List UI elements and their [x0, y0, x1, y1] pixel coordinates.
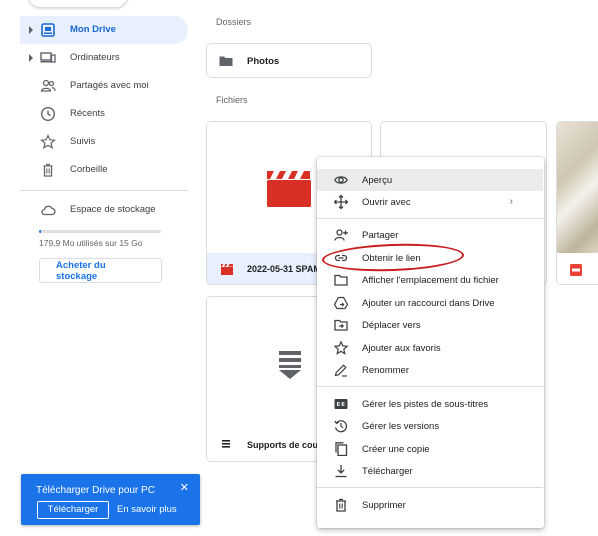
sidebar-item-corbeille[interactable]: Corbeille — [20, 156, 188, 184]
sidebar-item-suivis[interactable]: Suivis — [20, 128, 188, 156]
move-to-folder-icon — [334, 319, 348, 331]
computers-icon — [40, 52, 56, 63]
menu-item-label: Créer une copie — [362, 444, 430, 455]
menu-item-ajouter-raccourci[interactable]: Ajouter un raccourci dans Drive — [317, 292, 543, 314]
sidebar-item-label: Suivis — [70, 136, 96, 147]
menu-item-label: Gérer les versions — [362, 421, 440, 432]
menu-item-label: Aperçu — [362, 175, 393, 186]
trash-icon — [43, 163, 53, 177]
menu-item-telecharger[interactable]: Télécharger — [317, 460, 543, 482]
trash-icon — [336, 498, 346, 512]
menu-item-obtenir-lien[interactable]: Obtenir le lien — [317, 247, 543, 269]
sidebar-item-label: Mon Drive — [70, 24, 116, 35]
drive-shortcut-icon — [334, 296, 348, 310]
move-arrows-icon — [334, 195, 348, 209]
expand-caret-icon[interactable] — [29, 26, 33, 34]
banner-learn-more-link[interactable]: En savoir plus — [117, 504, 177, 515]
menu-item-supprimer[interactable]: Supprimer — [317, 494, 543, 516]
menu-item-label: Ouvrir avec — [362, 197, 411, 208]
menu-item-label: Télécharger — [362, 466, 413, 477]
menu-item-label: Déplacer vers — [362, 320, 421, 331]
star-outline-icon — [334, 341, 348, 355]
buy-storage-button[interactable]: Acheter du stockage — [39, 258, 162, 283]
storage-usage-text: 179,9 Mo utilisés sur 15 Go — [39, 238, 143, 248]
sidebar-item-mon-drive[interactable]: Mon Drive — [20, 16, 188, 44]
video-clapper-icon — [267, 171, 311, 207]
menu-item-label: Supprimer — [362, 500, 406, 511]
menu-item-copie[interactable]: Créer une copie — [317, 438, 543, 460]
menu-item-sous-titres[interactable]: Gérer les pistes de sous-titres — [317, 393, 543, 415]
chevron-right-icon: › — [509, 196, 513, 207]
file-card-pdf[interactable] — [556, 121, 598, 285]
sidebar-item-label: Ordinateurs — [70, 52, 120, 63]
clock-icon — [40, 106, 56, 122]
drive-icon — [41, 23, 55, 37]
menu-item-deplacer[interactable]: Déplacer vers — [317, 314, 543, 336]
sidebar-divider — [20, 190, 188, 191]
menu-item-versions[interactable]: Gérer les versions — [317, 415, 543, 437]
star-icon — [40, 134, 56, 150]
expand-caret-icon[interactable] — [29, 54, 33, 62]
storage-progress-fill — [39, 230, 41, 233]
banner-title: Télécharger Drive pour PC — [36, 485, 155, 496]
docs-stack-icon — [222, 440, 230, 448]
history-icon — [334, 420, 348, 433]
menu-item-label: Gérer les pistes de sous-titres — [362, 399, 489, 410]
menu-item-ouvrir-avec[interactable]: Ouvrir avec › — [317, 191, 543, 213]
file-name: 2022-05-31 SPAM — [247, 264, 321, 274]
menu-separator — [317, 386, 543, 387]
folder-card-photos[interactable]: Photos — [206, 43, 372, 78]
eye-icon — [334, 176, 348, 184]
folder-outline-icon — [334, 274, 348, 286]
files-section-label: Fichiers — [216, 95, 248, 105]
copy-icon — [335, 442, 348, 456]
menu-item-label: Renommer — [362, 365, 409, 376]
storage-progress-bar — [39, 230, 161, 233]
menu-item-favoris[interactable]: Ajouter aux favoris — [317, 337, 543, 359]
shared-icon — [40, 79, 56, 92]
file-footer — [557, 253, 598, 284]
sidebar-item-label: Récents — [70, 108, 105, 119]
photo-thumbnail — [557, 122, 598, 253]
download-drive-banner: Télécharger Drive pour PC ✕ Télécharger … — [21, 474, 200, 525]
menu-item-label: Afficher l'emplacement du fichier — [362, 275, 499, 286]
file-name: Supports de cours — [247, 440, 327, 450]
close-icon[interactable]: ✕ — [180, 481, 189, 494]
folders-section-label: Dossiers — [216, 17, 252, 27]
pdf-icon — [570, 264, 582, 276]
folder-name: Photos — [247, 56, 280, 67]
cloud-icon — [41, 205, 56, 216]
new-button[interactable] — [28, 0, 128, 8]
menu-item-apercu[interactable]: Aperçu — [317, 169, 543, 191]
menu-separator — [317, 487, 543, 488]
context-menu: Aperçu Ouvrir avec › Partager Obtenir le… — [317, 157, 544, 528]
menu-item-partager[interactable]: Partager — [317, 224, 543, 246]
sidebar-item-storage[interactable]: Espace de stockage — [20, 196, 188, 224]
sidebar-item-label: Partagés avec moi — [70, 80, 149, 91]
sidebar-item-recents[interactable]: Récents — [20, 100, 188, 128]
menu-item-afficher-emplacement[interactable]: Afficher l'emplacement du fichier — [317, 269, 543, 291]
folder-icon — [219, 56, 233, 66]
menu-item-renommer[interactable]: Renommer — [317, 359, 543, 381]
closed-caption-icon — [334, 399, 348, 409]
sidebar-item-partages[interactable]: Partagés avec moi — [20, 72, 188, 100]
add-person-icon — [334, 229, 348, 241]
banner-download-button[interactable]: Télécharger — [37, 501, 109, 519]
menu-item-label: Partager — [362, 230, 399, 241]
sidebar-item-ordinateurs[interactable]: Ordinateurs — [20, 44, 188, 72]
pencil-icon — [334, 364, 347, 377]
menu-separator — [317, 218, 543, 219]
menu-item-label: Ajouter un raccourci dans Drive — [362, 298, 495, 309]
link-icon — [334, 254, 348, 262]
sidebar-item-label: Corbeille — [70, 164, 108, 175]
download-icon — [335, 465, 347, 478]
menu-item-label: Ajouter aux favoris — [362, 343, 441, 354]
stack-download-icon — [279, 351, 301, 379]
sidebar-item-label: Espace de stockage — [70, 204, 156, 215]
menu-item-label: Obtenir le lien — [362, 253, 421, 264]
video-icon — [221, 264, 233, 275]
